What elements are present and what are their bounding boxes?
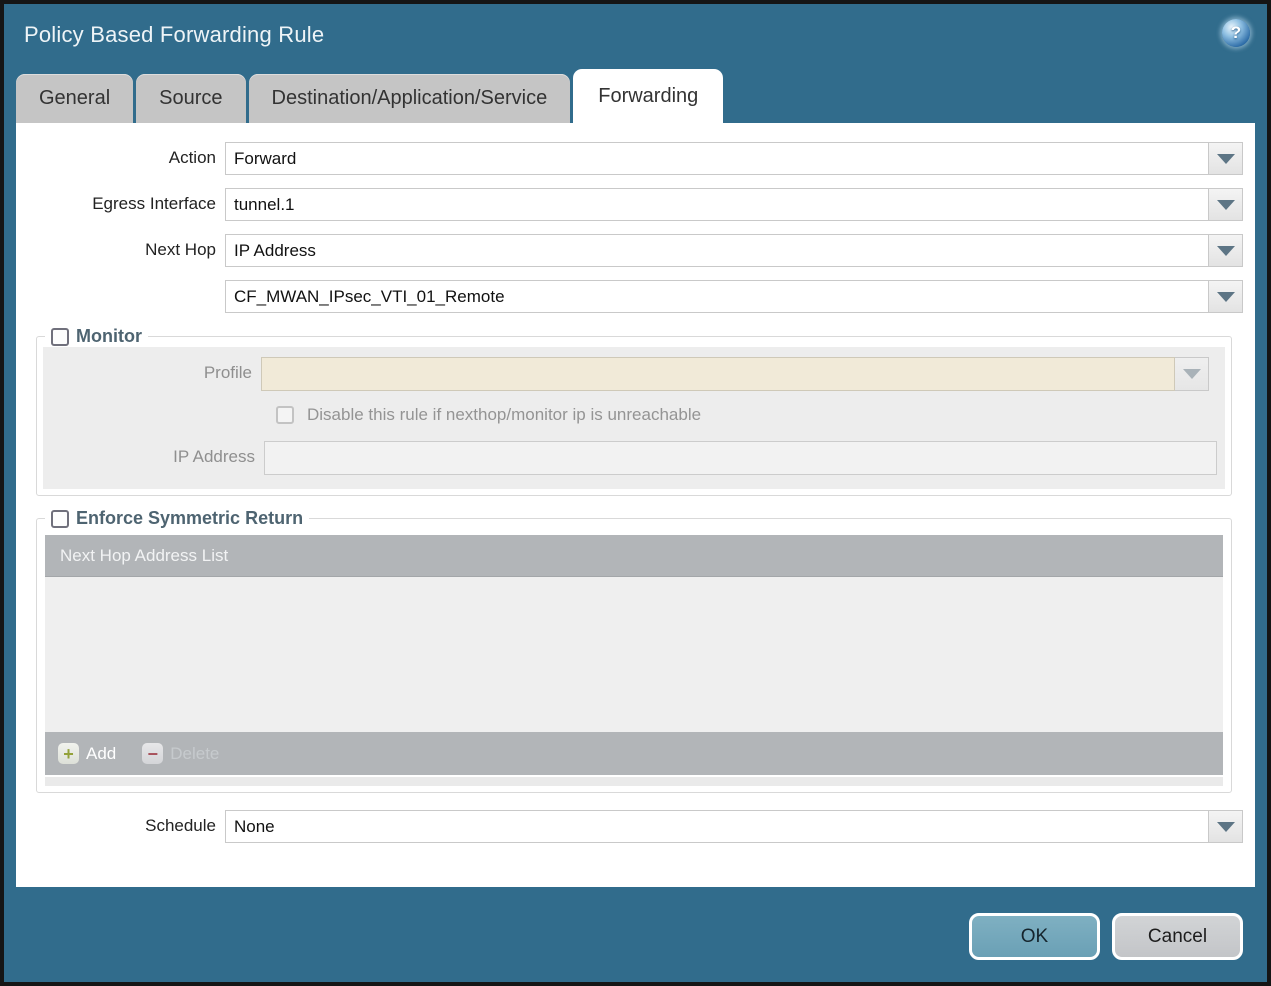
next-hop-address-list-toolbar: + Add − Delete — [45, 732, 1223, 775]
chevron-down-icon — [1216, 199, 1235, 210]
tab-source[interactable]: Source — [136, 74, 246, 123]
dialog-title: Policy Based Forwarding Rule — [24, 22, 325, 47]
next-hop-row: Next Hop IP Address — [16, 234, 1243, 267]
monitor-ip-address-label: IP Address — [173, 447, 255, 466]
schedule-row: Schedule None — [16, 810, 1243, 843]
help-question-icon: ? — [1230, 23, 1242, 42]
monitor-ip-address-input — [264, 441, 1217, 475]
action-row: Action Forward — [16, 142, 1243, 175]
cancel-button[interactable]: Cancel — [1112, 913, 1243, 960]
schedule-dropdown-button[interactable] — [1209, 810, 1243, 843]
tab-bar: General Source Destination/Application/S… — [4, 66, 1267, 123]
tab-destination-application-service[interactable]: Destination/Application/Service — [248, 74, 571, 123]
egress-interface-dropdown-button[interactable] — [1209, 188, 1243, 221]
delete-button-label: Delete — [170, 743, 220, 763]
dialog-titlebar: Policy Based Forwarding Rule — [4, 4, 1267, 66]
add-button[interactable]: + Add — [58, 743, 116, 764]
egress-interface-label: Egress Interface — [92, 194, 216, 213]
enforce-symmetric-return-legend: Enforce Symmetric Return — [45, 508, 309, 529]
profile-select — [261, 357, 1175, 391]
plus-icon: + — [58, 743, 79, 764]
monitor-legend: Monitor — [45, 326, 148, 347]
chevron-down-icon — [1216, 821, 1235, 832]
next-hop-address-dropdown-button[interactable] — [1209, 280, 1243, 313]
action-dropdown-button[interactable] — [1209, 142, 1243, 175]
next-hop-address-select[interactable]: CF_MWAN_IPsec_VTI_01_Remote — [225, 280, 1209, 313]
disable-rule-label: Disable this rule if nexthop/monitor ip … — [307, 405, 702, 424]
monitor-panel: Profile Disable this rule if nexthop/mon… — [43, 347, 1225, 489]
schedule-label: Schedule — [145, 816, 216, 835]
next-hop-address-spacer — [16, 280, 225, 313]
chevron-down-icon — [1182, 369, 1201, 379]
next-hop-address-list-header: Next Hop Address List — [45, 535, 1223, 577]
next-hop-type-dropdown-button[interactable] — [1209, 234, 1243, 267]
monitor-ip-address-row: IP Address — [43, 441, 1217, 475]
schedule-select[interactable]: None — [225, 810, 1209, 843]
table-bottom-strip — [45, 777, 1223, 786]
next-hop-address-list-table: Next Hop Address List + Add − Delete — [45, 535, 1223, 786]
chevron-down-icon — [1216, 153, 1235, 164]
next-hop-address-row: CF_MWAN_IPsec_VTI_01_Remote — [16, 280, 1243, 313]
enforce-symmetric-return-legend-label: Enforce Symmetric Return — [76, 508, 304, 528]
egress-interface-select[interactable]: tunnel.1 — [225, 188, 1209, 221]
egress-interface-row: Egress Interface tunnel.1 — [16, 188, 1243, 221]
monitor-checkbox[interactable] — [51, 327, 69, 346]
dialog-footer: OK Cancel — [969, 913, 1243, 960]
chevron-down-icon — [1216, 245, 1235, 256]
monitor-fieldset: Monitor Profile Disable this rule if nex… — [36, 326, 1232, 496]
minus-icon: − — [142, 743, 164, 764]
profile-dropdown-button — [1175, 357, 1209, 391]
enforce-symmetric-return-checkbox[interactable] — [51, 509, 69, 528]
tab-forwarding[interactable]: Forwarding — [573, 69, 724, 123]
chevron-down-icon — [1216, 291, 1235, 302]
monitor-legend-label: Monitor — [76, 326, 142, 346]
disable-rule-row: Disable this rule if nexthop/monitor ip … — [276, 405, 1217, 425]
action-select[interactable]: Forward — [225, 142, 1209, 175]
delete-button[interactable]: − Delete — [142, 743, 219, 764]
next-hop-type-select[interactable]: IP Address — [225, 234, 1209, 267]
disable-rule-checkbox — [276, 406, 294, 424]
policy-based-forwarding-dialog: Policy Based Forwarding Rule ? General S… — [0, 0, 1271, 986]
profile-label: Profile — [203, 363, 252, 382]
action-label: Action — [168, 148, 216, 167]
next-hop-label: Next Hop — [145, 240, 216, 259]
forwarding-tab-panel: Action Forward Egress Interface tunnel.1… — [16, 123, 1255, 887]
enforce-symmetric-return-fieldset: Enforce Symmetric Return Next Hop Addres… — [36, 508, 1232, 793]
add-button-label: Add — [86, 743, 117, 763]
next-hop-address-list-body[interactable] — [45, 577, 1223, 732]
ok-button[interactable]: OK — [969, 913, 1100, 960]
profile-row: Profile — [43, 357, 1217, 391]
help-button[interactable]: ? — [1222, 19, 1250, 47]
tab-general[interactable]: General — [16, 74, 134, 123]
